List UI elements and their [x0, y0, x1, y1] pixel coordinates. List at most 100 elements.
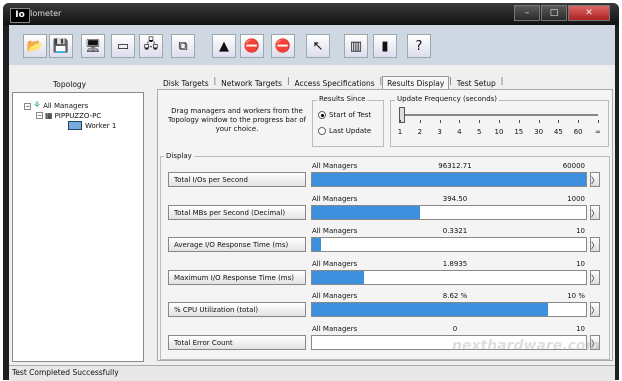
- slider-tick: [578, 120, 580, 123]
- metric-progress-bar: [311, 302, 587, 317]
- metric-select-button[interactable]: % CPU Utilization (total): [168, 302, 306, 317]
- metric-select-button[interactable]: Average I/O Response Time (ms): [168, 237, 306, 252]
- slider-tick-label: 30: [534, 128, 544, 136]
- metric-select-button[interactable]: Total I/Os per Second: [168, 172, 306, 187]
- radio-unselected-icon: [318, 127, 326, 135]
- update-frequency-slider[interactable]: [400, 114, 598, 116]
- results-since-group: Results Since: [312, 95, 384, 147]
- topology-tree[interactable]: [12, 92, 144, 362]
- chevron-right-icon: 〉: [591, 208, 599, 218]
- slider-tick-label: ∞: [595, 128, 601, 136]
- chevron-right-icon: 〉: [591, 273, 599, 283]
- tree-item-worker[interactable]: Worker 1: [68, 121, 116, 130]
- save-config-button[interactable]: 💾: [49, 34, 73, 58]
- maximize-button[interactable]: □: [541, 5, 567, 21]
- quit-icon: ▮: [381, 38, 389, 54]
- chevron-right-icon: 〉: [591, 176, 599, 185]
- managers-icon: ⚘: [33, 101, 42, 111]
- slider-tick: [479, 120, 481, 123]
- slider-tick: [518, 120, 520, 123]
- tree-item-all-managers[interactable]: − ⚘ All Managers: [24, 101, 88, 111]
- close-button[interactable]: ✕: [568, 5, 610, 21]
- start-tests-button[interactable]: ▲: [212, 34, 236, 58]
- metric-max: 10: [576, 324, 585, 333]
- metric-max: 1000: [567, 194, 585, 203]
- status-bar: Test Completed Successfully: [9, 365, 615, 381]
- slider-tick: [459, 120, 461, 123]
- stop-icon: ⛔: [243, 38, 261, 54]
- metric-target-label: All Managers: [312, 227, 358, 235]
- metric-progress-bar: [311, 172, 587, 187]
- new-manager-button[interactable]: 🖥: [81, 34, 105, 58]
- new-network-worker-icon: 🖧: [143, 37, 159, 52]
- tree-item-manager[interactable]: − ▦ PIPPUZZO-PC: [36, 111, 101, 120]
- exit-button[interactable]: ▥: [344, 34, 368, 58]
- radio-selected-icon: [318, 111, 326, 119]
- metric-bar-fill: [312, 205, 421, 219]
- minimize-button[interactable]: –: [514, 5, 540, 21]
- help-icon: ?: [415, 38, 423, 54]
- copy-worker-button[interactable]: ⧉: [171, 34, 195, 58]
- update-frequency-group: Update Frequency (seconds): [390, 95, 609, 147]
- open-config-button[interactable]: 📂: [23, 34, 47, 58]
- open-config-icon: 📂: [26, 38, 44, 54]
- metric-expand-button[interactable]: 〉: [590, 302, 600, 317]
- reset-workers-button[interactable]: ↖: [306, 34, 330, 58]
- new-network-worker-button[interactable]: 🖧: [139, 34, 163, 58]
- metric-select-button[interactable]: Maximum I/O Response Time (ms): [168, 269, 306, 285]
- tree-label: PIPPUZZO-PC: [54, 111, 102, 120]
- results-since-label: Results Since: [317, 95, 368, 103]
- slider-tick-label: 2: [417, 128, 423, 136]
- collapse-icon[interactable]: −: [24, 102, 31, 110]
- metric-select-button[interactable]: Total MBs per Second (Decimal): [168, 204, 306, 220]
- quit-button[interactable]: ▮: [373, 34, 397, 58]
- metric-max: 10: [576, 227, 585, 235]
- metric-value: 1.8935: [442, 259, 468, 268]
- computer-icon: ▦: [45, 111, 53, 120]
- slider-tick: [598, 120, 599, 123]
- slider-tick: [538, 120, 540, 123]
- copy-worker-icon: ⧉: [178, 38, 188, 54]
- metric-select-button[interactable]: Total Error Count: [168, 334, 306, 350]
- chevron-right-icon: 〉: [591, 241, 599, 250]
- window-title: Iometer: [30, 9, 62, 18]
- metric-target-label: All Managers: [312, 324, 358, 333]
- tree-label: Worker 1: [85, 121, 117, 130]
- help-button[interactable]: ?: [407, 34, 431, 58]
- metric-bar-fill: [312, 173, 586, 186]
- slider-tick: [400, 120, 401, 123]
- watermark: nexthardware.com: [452, 338, 601, 354]
- slider-tick: [419, 120, 421, 123]
- slider-tick-label: 1: [397, 128, 403, 136]
- radio-last-update[interactable]: Last Update: [318, 127, 371, 135]
- slider-tick: [558, 120, 560, 123]
- metric-value: 0: [452, 324, 458, 333]
- stop-all-button[interactable]: ⛔: [271, 34, 295, 58]
- metric-value: 0.3321: [442, 227, 468, 235]
- stop-all-icon: ⛔: [274, 38, 292, 54]
- stop-button[interactable]: ⛔: [240, 34, 264, 58]
- app-icon: Io: [10, 8, 30, 23]
- disk-worker-icon: [68, 121, 82, 130]
- metric-expand-button[interactable]: 〉: [590, 237, 600, 252]
- drag-hint-text: Drag managers and workers from the Topol…: [168, 107, 306, 133]
- slider-tick-label: 15: [514, 128, 524, 136]
- metric-bar-fill: [312, 238, 322, 251]
- metric-expand-button[interactable]: 〉: [590, 172, 600, 187]
- metric-progress-bar: [311, 237, 587, 252]
- metric-bar-fill: [312, 270, 364, 284]
- radio-start-of-test[interactable]: Start of Test: [318, 111, 371, 119]
- display-label: Display: [164, 152, 194, 160]
- topology-label: Topology: [53, 80, 87, 89]
- metric-progress-bar: [311, 204, 587, 220]
- metric-progress-bar: [311, 269, 587, 285]
- reset-workers-icon: ↖: [312, 38, 324, 54]
- metric-expand-button[interactable]: 〉: [590, 269, 600, 285]
- metric-target-label: All Managers: [312, 162, 358, 170]
- metric-expand-button[interactable]: 〉: [590, 204, 600, 220]
- metric-max: 10 %: [567, 292, 585, 300]
- slider-tick-label: 60: [573, 128, 583, 136]
- collapse-icon[interactable]: −: [36, 112, 43, 119]
- metric-value: 96312.71: [438, 162, 472, 170]
- new-disk-worker-button[interactable]: ▭: [111, 34, 135, 58]
